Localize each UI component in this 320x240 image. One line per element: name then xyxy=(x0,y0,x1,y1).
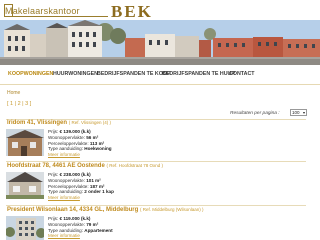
nav-item-bedrijfspanden-te-koop[interactable]: BEDRIJFSPANDEN TE KOOP xyxy=(97,71,170,77)
street-photo-image xyxy=(0,20,320,65)
listing-title[interactable]: Hoofdstraat 78, 4461 AE Oostende ( Ref. … xyxy=(7,163,163,169)
listing-region: ( Ref. Hoofdstraat 78 Oxnd ) xyxy=(106,163,164,168)
listing-details: Prijs: € 119.000 (k.k) Woonoppervlakte: … xyxy=(48,216,113,239)
divider xyxy=(6,205,306,206)
nav-item-koopwoningen[interactable]: KOOPWONINGEN xyxy=(8,71,53,77)
more-info-link[interactable]: Meer informatie xyxy=(48,233,113,239)
results-per-page-value: 100 xyxy=(292,110,300,115)
nav-item-bedrijfspanden-te-huur[interactable]: BEDRIJFSPANDEN TE HUUR xyxy=(162,71,235,77)
nav-item-contact[interactable]: CONTACT xyxy=(229,71,255,77)
listing-region: ( Ref. Vlissingen (4) ) xyxy=(68,120,111,125)
logo[interactable]: BEK xyxy=(111,2,153,22)
more-info-link[interactable]: Meer informatie xyxy=(48,195,114,201)
nav-item-huurwoningen[interactable]: HUURWONINGEN xyxy=(53,71,98,77)
breadcrumb: Home xyxy=(7,90,21,96)
listing-address[interactable]: Iridom 41, Vlissingen xyxy=(7,120,67,126)
listing-address[interactable]: Hoofdstraat 78, 4461 AE Oostende xyxy=(7,163,105,169)
results-per-page-select[interactable]: 100 ▾ xyxy=(290,109,307,116)
listing-region: ( Ref. Middelburg (Wilsonlaan) ) xyxy=(139,207,204,212)
pagination[interactable]: [ 1 | 2 | 3 ] xyxy=(7,101,31,107)
listing-details: Prijs: € 139.000 (k.k) Woonoppervlakte: … xyxy=(48,129,112,158)
listing-photo[interactable] xyxy=(6,216,44,240)
page: Makelaarskantoor BEK KOOPWONINGEN HUURWO… xyxy=(0,0,320,240)
listing-photo[interactable] xyxy=(6,129,44,156)
site-header: Makelaarskantoor BEK xyxy=(0,0,320,22)
main-nav: KOOPWONINGEN HUURWONINGEN BEDRIJFSPANDEN… xyxy=(0,66,320,85)
results-per-page-label: Resultaten per pagina : xyxy=(230,111,280,116)
divider xyxy=(6,161,306,162)
logo-underline xyxy=(4,16,108,17)
listing-title[interactable]: Iridom 41, Vlissingen ( Ref. Vlissingen … xyxy=(7,120,111,126)
listing-title[interactable]: President Wilsonlaan 14, 4334 GL, Middel… xyxy=(7,207,204,213)
listing-details: Prijs: € 238.000 (k.k) Woonoppervlakte: … xyxy=(48,172,114,201)
header-photo xyxy=(0,20,320,65)
listing-address[interactable]: President Wilsonlaan 14, 4334 GL, Middel… xyxy=(7,207,138,213)
listing-photo[interactable] xyxy=(6,172,44,199)
chevron-down-icon: ▾ xyxy=(302,110,305,115)
brand-name[interactable]: Makelaarskantoor xyxy=(5,6,80,16)
more-info-link[interactable]: Meer informatie xyxy=(48,152,112,158)
